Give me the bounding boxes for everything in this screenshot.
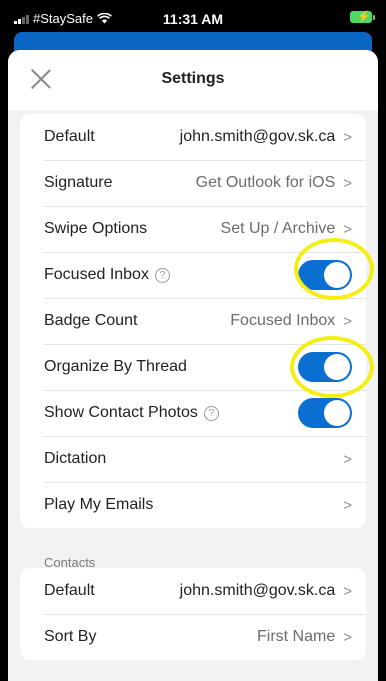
row-value: > bbox=[343, 451, 352, 468]
row-label: Default bbox=[44, 582, 95, 599]
chevron-right-icon: > bbox=[343, 128, 352, 146]
row-label: Dictation bbox=[44, 450, 107, 467]
settings-row-default-account[interactable]: Default john.smith@gov.sk.ca > bbox=[20, 114, 366, 160]
row-label: Sort By bbox=[44, 628, 97, 645]
row-value: john.smith@gov.sk.ca > bbox=[180, 582, 352, 600]
settings-group: Default john.smith@gov.sk.ca > Signature… bbox=[20, 114, 366, 528]
help-icon[interactable]: ? bbox=[154, 267, 170, 283]
sort-by-value: First Name bbox=[257, 628, 336, 645]
battery-icon: ⚡ bbox=[350, 11, 375, 23]
chevron-right-icon: > bbox=[343, 496, 352, 514]
row-value: > bbox=[343, 497, 352, 514]
settings-row-play-my-emails[interactable]: Play My Emails > bbox=[20, 482, 366, 528]
row-label: Play My Emails bbox=[44, 496, 154, 513]
chevron-right-icon: > bbox=[343, 312, 352, 330]
show-contact-photos-label: Show Contact Photos bbox=[44, 404, 198, 421]
sheet-header: Settings bbox=[8, 50, 378, 110]
row-value: Set Up / Archive > bbox=[221, 220, 352, 238]
page-title: Settings bbox=[161, 70, 225, 87]
toggle-knob bbox=[324, 400, 350, 426]
contacts-group: Default john.smith@gov.sk.ca > Sort By F… bbox=[20, 568, 366, 660]
badge-count-value: Focused Inbox bbox=[230, 312, 336, 329]
row-label: Swipe Options bbox=[44, 220, 148, 237]
focused-inbox-label: Focused Inbox bbox=[44, 266, 149, 283]
row-label: Show Contact Photos ? bbox=[44, 404, 219, 422]
signature-value: Get Outlook for iOS bbox=[195, 174, 336, 191]
row-label: Default bbox=[44, 128, 95, 145]
row-label: Badge Count bbox=[44, 312, 138, 329]
row-value: Focused Inbox > bbox=[230, 312, 352, 330]
contacts-default-email: john.smith@gov.sk.ca bbox=[179, 582, 336, 599]
chevron-right-icon: > bbox=[343, 582, 352, 600]
default-account-email: john.smith@gov.sk.ca bbox=[179, 128, 336, 145]
row-label: Focused Inbox ? bbox=[44, 266, 170, 284]
swipe-options-value: Set Up / Archive bbox=[220, 220, 336, 237]
row-label: Signature bbox=[44, 174, 113, 191]
chevron-right-icon: > bbox=[343, 450, 352, 468]
row-value: john.smith@gov.sk.ca > bbox=[180, 128, 352, 146]
contacts-row-sort-by[interactable]: Sort By First Name > bbox=[20, 614, 366, 660]
help-icon[interactable]: ? bbox=[203, 405, 219, 421]
chevron-right-icon: > bbox=[343, 628, 352, 646]
toggle-knob bbox=[324, 262, 350, 288]
contacts-row-default[interactable]: Default john.smith@gov.sk.ca > bbox=[20, 568, 366, 614]
status-time: 11:31 AM bbox=[162, 11, 224, 27]
settings-row-show-contact-photos: Show Contact Photos ? bbox=[20, 390, 366, 436]
settings-row-badge-count[interactable]: Badge Count Focused Inbox > bbox=[20, 298, 366, 344]
show-contact-photos-toggle[interactable] bbox=[298, 398, 352, 428]
row-value: First Name > bbox=[257, 628, 352, 646]
settings-sheet: Settings Default john.smith@gov.sk.ca > … bbox=[8, 50, 378, 681]
settings-row-signature[interactable]: Signature Get Outlook for iOS > bbox=[20, 160, 366, 206]
chevron-right-icon: > bbox=[343, 174, 352, 192]
settings-row-dictation[interactable]: Dictation > bbox=[20, 436, 366, 482]
settings-row-focused-inbox: Focused Inbox ? bbox=[20, 252, 366, 298]
settings-row-swipe-options[interactable]: Swipe Options Set Up / Archive > bbox=[20, 206, 366, 252]
focused-inbox-toggle[interactable] bbox=[298, 260, 352, 290]
organize-by-thread-toggle[interactable] bbox=[298, 352, 352, 382]
row-label: Organize By Thread bbox=[44, 358, 187, 375]
charging-bolt-icon: ⚡ bbox=[357, 11, 371, 23]
settings-row-organize-by-thread: Organize By Thread bbox=[20, 344, 366, 390]
row-value: Get Outlook for iOS > bbox=[196, 174, 352, 192]
chevron-right-icon: > bbox=[343, 220, 352, 238]
toggle-knob bbox=[324, 354, 350, 380]
